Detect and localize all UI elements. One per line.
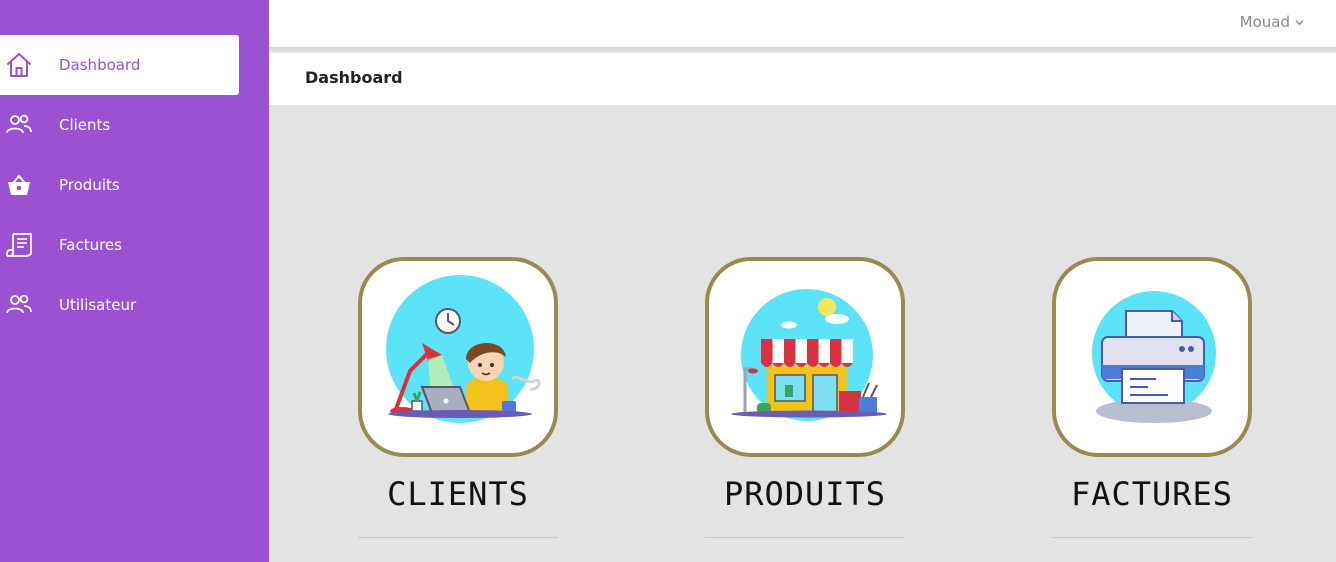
sidebar-item-label: Produits	[59, 176, 120, 194]
sidebar-item-clients[interactable]: Clients	[0, 95, 239, 155]
sidebar-item-label: Clients	[59, 116, 111, 134]
basket-icon	[8, 174, 30, 195]
sidebar-item-label: Dashboard	[59, 56, 141, 74]
sidebar-item-utilisateur[interactable]: Utilisateur	[0, 275, 239, 335]
home-icon	[7, 53, 31, 77]
card-divider	[358, 537, 558, 538]
person-laptop-illustration	[386, 275, 541, 423]
printer-illustration	[1092, 291, 1216, 423]
sidebar-item-produits[interactable]: Produits	[0, 155, 239, 215]
top-bar: Mouad	[269, 0, 1336, 47]
users-icon	[6, 294, 32, 314]
users-icon	[6, 114, 32, 134]
factures-card-title: FACTURES	[1070, 475, 1234, 513]
clients-card-title: CLIENTS	[387, 475, 529, 513]
sidebar-item-factures[interactable]: Factures	[0, 215, 239, 275]
chevron-down-icon	[1295, 19, 1304, 25]
user-name: Mouad	[1239, 13, 1290, 31]
clients-card[interactable]: CLIENTS	[358, 257, 558, 538]
user-menu[interactable]: Mouad	[1240, 13, 1304, 31]
awning	[761, 339, 853, 367]
produits-card-image[interactable]	[705, 257, 905, 457]
clients-card-image[interactable]	[358, 257, 558, 457]
invoice-icon	[6, 233, 32, 257]
page-title: Dashboard	[305, 68, 403, 87]
factures-card-image[interactable]	[1052, 257, 1252, 457]
sidebar-item-label: Utilisateur	[59, 296, 137, 314]
factures-card[interactable]: FACTURES	[1052, 257, 1252, 538]
sidebar-item-dashboard[interactable]: Dashboard	[0, 35, 239, 95]
shop-illustration	[731, 289, 887, 421]
page-header: Dashboard	[269, 53, 1336, 105]
card-divider	[705, 537, 905, 538]
produits-card[interactable]: PRODUITS	[705, 257, 905, 538]
produits-card-title: PRODUITS	[723, 475, 887, 513]
sidebar: Dashboard Clients Produits Factures Util…	[0, 0, 269, 562]
sidebar-item-label: Factures	[59, 236, 122, 254]
card-divider	[1052, 537, 1252, 538]
